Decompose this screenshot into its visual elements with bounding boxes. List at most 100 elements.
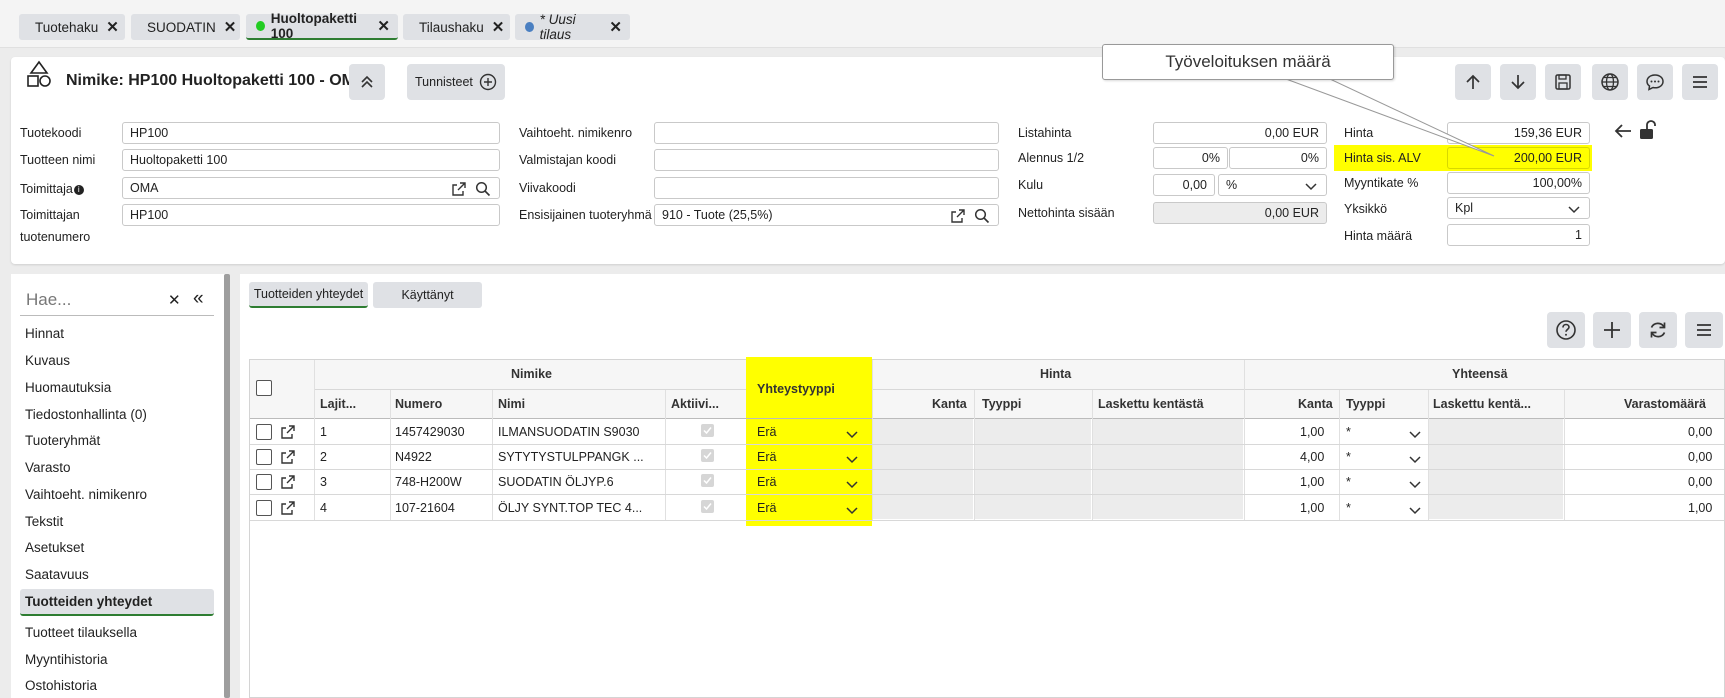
cell-yhteensa-tyyppi[interactable]: * [1346, 425, 1351, 439]
chevron-down-icon[interactable] [845, 503, 859, 517]
sidebar-item-saatavuus[interactable]: Saatavuus [25, 567, 89, 582]
menu-button[interactable] [1682, 64, 1718, 100]
row-checkbox[interactable] [256, 424, 272, 440]
toimittajan-tuotenumero-input[interactable]: HP100 [122, 204, 500, 226]
column-header-yhteensa-tyyppi[interactable]: Tyyppi [1346, 397, 1385, 411]
tuoteryhma-input[interactable]: 910 - Tuote (25,5%) [654, 204, 999, 226]
tab-kayttanyt[interactable]: Käyttänyt [373, 282, 482, 308]
tuotteen-nimi-input[interactable]: Huoltopaketti 100 [122, 149, 500, 171]
arrow-left-icon[interactable] [1613, 122, 1633, 140]
search-icon[interactable] [475, 181, 491, 197]
sidebar-item-tekstit[interactable]: Tekstit [25, 514, 63, 529]
sidebar-item-hinnat[interactable]: Hinnat [25, 326, 64, 341]
column-header-nimi[interactable]: Nimi [498, 397, 525, 411]
chevron-down-icon[interactable] [1408, 477, 1422, 491]
hinta-maara-input[interactable]: 1 [1447, 224, 1590, 246]
chevron-down-icon[interactable] [845, 477, 859, 491]
cell-yhteystyyppi[interactable]: Erä [757, 425, 776, 439]
select-all-checkbox[interactable] [256, 380, 272, 396]
column-header-aktiivi[interactable]: Aktiivi... [671, 397, 719, 411]
open-external-icon[interactable] [280, 424, 296, 440]
comments-button[interactable] [1637, 64, 1673, 100]
cell-yhteensa-tyyppi[interactable]: * [1346, 501, 1351, 515]
info-icon[interactable]: i [73, 185, 84, 195]
tuotekoodi-input[interactable]: HP100 [122, 122, 500, 144]
tab-huoltopaketti-100[interactable]: Huoltopaketti 100 ✕ [246, 11, 398, 41]
search-icon[interactable] [974, 208, 990, 224]
tab-suodatin[interactable]: SUODATIN ✕ [131, 14, 240, 40]
myyntikate-input[interactable]: 100,00% [1447, 172, 1590, 194]
sidebar-item-varasto[interactable]: Varasto [25, 460, 71, 475]
chevron-down-icon[interactable] [1408, 452, 1422, 466]
tab-uusi-tilaus[interactable]: * Uusi tilaus ✕ [515, 12, 630, 42]
divider [250, 418, 1724, 419]
column-header-hinta-laskettu[interactable]: Laskettu kentästä [1098, 397, 1204, 411]
cell-yhteensa-tyyppi[interactable]: * [1346, 475, 1351, 489]
kulu-input[interactable]: 0,00 [1153, 174, 1215, 196]
chevron-down-icon[interactable] [845, 452, 859, 466]
column-header-hinta-kanta[interactable]: Kanta [932, 397, 967, 411]
row-checkbox[interactable] [256, 500, 272, 516]
clear-search-icon[interactable]: ✕ [168, 291, 181, 309]
chevron-down-icon[interactable] [1408, 427, 1422, 441]
valmistajan-koodi-input[interactable] [654, 149, 999, 171]
kulu-unit-select[interactable]: % [1218, 174, 1327, 196]
help-button[interactable] [1547, 312, 1585, 348]
sidebar-item-tuotteet-tilauksella[interactable]: Tuotteet tilauksella [25, 625, 137, 640]
toimittaja-input[interactable]: OMA [122, 177, 500, 199]
sidebar-search-input[interactable]: Hae... [26, 290, 71, 310]
column-header-lajit[interactable]: Lajit... [320, 397, 356, 411]
tunnisteet-button[interactable]: Tunnisteet [407, 64, 505, 100]
language-button[interactable] [1592, 64, 1628, 100]
vaihtoeht-nimikenro-input[interactable] [654, 122, 999, 144]
open-external-icon[interactable] [280, 449, 296, 465]
row-checkbox[interactable] [256, 474, 272, 490]
sidebar-item-vaihtoeht-nimikenro[interactable]: Vaihtoeht. nimikenro [25, 487, 147, 502]
column-header-yhteensa-laskettu[interactable]: Laskettu kentä... [1433, 397, 1531, 411]
close-icon[interactable]: ✕ [377, 17, 390, 35]
close-icon[interactable]: ✕ [492, 18, 505, 36]
yksikko-select[interactable]: Kpl [1447, 197, 1590, 219]
save-button[interactable] [1545, 64, 1581, 100]
column-header-yhteystyyppi[interactable]: Yhteystyyppi [757, 382, 835, 396]
open-external-icon[interactable] [280, 500, 296, 516]
column-header-numero[interactable]: Numero [395, 397, 442, 411]
cell-yhteystyyppi[interactable]: Erä [757, 501, 776, 515]
sidebar-item-tiedostonhallinta[interactable]: Tiedostonhallinta (0) [25, 407, 147, 422]
close-icon[interactable]: ✕ [609, 18, 622, 36]
close-icon[interactable]: ✕ [224, 18, 237, 36]
cell-yhteystyyppi[interactable]: Erä [757, 475, 776, 489]
viivakoodi-input[interactable] [654, 177, 999, 199]
move-down-button[interactable] [1500, 64, 1536, 100]
sidebar-item-kuvaus[interactable]: Kuvaus [25, 353, 70, 368]
unlocked-padlock-icon[interactable] [1638, 119, 1658, 141]
collapse-header-button[interactable] [349, 64, 385, 100]
open-external-icon[interactable] [451, 181, 467, 197]
sidebar-scrollbar[interactable] [224, 274, 230, 698]
tab-tilaushaku[interactable]: Tilaushaku ✕ [403, 14, 510, 40]
chevron-down-icon[interactable] [845, 427, 859, 441]
row-checkbox[interactable] [256, 449, 272, 465]
chevron-down-icon[interactable] [1408, 503, 1422, 517]
column-header-yhteensa-kanta[interactable]: Kanta [1298, 397, 1333, 411]
sidebar-item-tuotteiden-yhteydet[interactable]: Tuotteiden yhteydet [20, 589, 214, 616]
open-external-icon[interactable] [280, 474, 296, 490]
sidebar-item-asetukset[interactable]: Asetukset [25, 540, 84, 555]
column-header-varastomaara[interactable]: Varastomäärä [1624, 397, 1706, 411]
cell-yhteystyyppi[interactable]: Erä [757, 450, 776, 464]
grid-menu-button[interactable] [1685, 312, 1723, 348]
sidebar-item-tuoteryhmat[interactable]: Tuoteryhmät [25, 433, 100, 448]
cell-yhteensa-tyyppi[interactable]: * [1346, 450, 1351, 464]
open-external-icon[interactable] [950, 208, 966, 224]
tab-tuotteiden-yhteydet[interactable]: Tuotteiden yhteydet [249, 282, 368, 308]
tab-tuotehaku[interactable]: Tuotehaku ✕ [19, 14, 125, 40]
column-header-hinta-tyyppi[interactable]: Tyyppi [982, 397, 1021, 411]
close-icon[interactable]: ✕ [106, 18, 119, 36]
add-row-button[interactable] [1593, 312, 1631, 348]
sidebar-item-myyntihistoria[interactable]: Myyntihistoria [25, 652, 108, 667]
sidebar-item-ostohistoria[interactable]: Ostohistoria [25, 678, 97, 693]
sidebar-item-huomautuksia[interactable]: Huomautuksia [25, 380, 111, 395]
alennus-1-input[interactable]: 0% [1153, 147, 1228, 169]
collapse-sidebar-icon[interactable]: « [193, 288, 204, 310]
refresh-button[interactable] [1639, 312, 1677, 348]
